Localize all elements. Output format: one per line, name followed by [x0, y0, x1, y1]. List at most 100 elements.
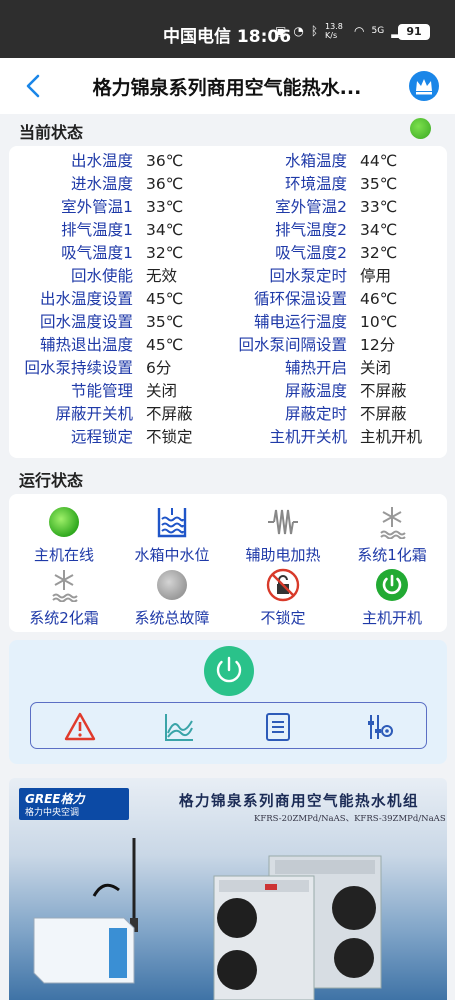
run-item-label: 系统总故障 [134, 609, 210, 627]
net-speed: 13.8 K/s [325, 22, 343, 40]
run-item-label: 系统2化霜 [29, 609, 99, 627]
param-row: 节能管理 关闭 屏蔽温度 不屏蔽 [9, 380, 447, 403]
param-value: 不锁定 [146, 428, 193, 446]
parameter-card: 出水温度 36℃ 水箱温度 44℃ 进水温度 36℃ 环境温度 35℃ 室外管温… [9, 146, 447, 458]
param-value: 45℃ [146, 336, 184, 354]
curve-button[interactable] [163, 711, 195, 743]
run-item-label: 水箱中水位 [134, 546, 210, 564]
param-row: 吸气温度1 32℃ 吸气温度2 32℃ [9, 242, 447, 265]
curve-chart-icon [165, 714, 193, 741]
back-button[interactable] [22, 72, 48, 100]
power-button[interactable] [204, 646, 254, 696]
param-row: 远程锁定 不锁定 主机开关机 主机开机 [9, 426, 447, 449]
list-button[interactable] [262, 711, 294, 743]
run-item-unlocked: 不锁定 [228, 568, 338, 628]
param-value: 12分 [360, 336, 396, 354]
run-item-defrost-2: 系统2化霜 [9, 568, 119, 628]
do-not-disturb-icon: ◔ [293, 24, 304, 38]
list-icon [266, 713, 290, 741]
param-label: 室外管温2 [275, 198, 347, 216]
param-value: 32℃ [146, 244, 184, 262]
heater-coil-icon [268, 509, 298, 535]
vip-button[interactable] [409, 71, 439, 101]
param-label: 屏蔽温度 [284, 382, 347, 400]
nfc-icon: ▣ [275, 24, 287, 38]
param-row: 回水使能 无效 回水泵定时 停用 [9, 265, 447, 288]
param-value: 关闭 [360, 359, 392, 377]
system-status-bar: 中国电信 18:06 ▣ ◔ ᛒ 13.8 K/s ◠ 5G ▂▄▆ 91 [0, 0, 455, 58]
param-label: 出水温度 [70, 152, 133, 170]
param-row: 室外管温1 33℃ 室外管温2 33℃ [9, 196, 447, 219]
run-item-label: 主机在线 [33, 546, 94, 564]
param-row: 回水温度设置 35℃ 辅电运行温度 10℃ [9, 311, 447, 334]
param-label: 进水温度 [70, 175, 133, 193]
power-on-icon [376, 569, 408, 601]
run-item-label: 辅助电加热 [245, 546, 321, 564]
param-value: 32℃ [360, 244, 398, 262]
param-value: 34℃ [360, 221, 398, 239]
param-value: 33℃ [360, 198, 398, 216]
settings-button[interactable] [363, 711, 395, 743]
current-status-title: 当前状态 [19, 123, 84, 142]
product-banner[interactable]: GREE格力 格力中央空调 格力锦泉系列商用空气能热水机组 KFRS-20ZMP… [9, 778, 447, 1000]
alarm-button[interactable] [64, 711, 96, 743]
param-label: 回水温度设置 [39, 313, 133, 331]
param-label: 水箱温度 [284, 152, 347, 170]
param-label: 循环保温设置 [253, 290, 347, 308]
param-label: 回水泵定时 [269, 267, 347, 285]
gateway-device [33, 917, 135, 984]
run-item-tank-level: 水箱中水位 [117, 505, 227, 565]
param-value: 34℃ [146, 221, 184, 239]
snowflake-defrost-icon [380, 507, 406, 539]
chevron-left-icon [26, 74, 40, 98]
unlocked-icon [266, 568, 300, 602]
param-value: 关闭 [146, 382, 178, 400]
param-value: 不屏蔽 [360, 382, 407, 400]
param-row: 屏蔽开关机 不屏蔽 屏蔽定时 不屏蔽 [9, 403, 447, 426]
param-label: 回水泵间隔设置 [238, 336, 347, 354]
run-item-label: 主机开机 [361, 609, 422, 627]
heat-pump-unit-front [213, 875, 315, 1000]
param-label: 环境温度 [284, 175, 347, 193]
grey-circle-icon [157, 570, 187, 600]
run-item-aux-heater: 辅助电加热 [228, 505, 338, 565]
param-label: 排气温度2 [275, 221, 347, 239]
param-label: 回水泵持续设置 [24, 359, 133, 377]
param-value: 35℃ [146, 313, 184, 331]
param-value: 45℃ [146, 290, 184, 308]
product-image [33, 838, 382, 1000]
param-value: 主机开机 [360, 428, 423, 446]
param-value: 10℃ [360, 313, 398, 331]
param-label: 主机开关机 [269, 428, 347, 446]
param-label: 辅电运行温度 [253, 313, 347, 331]
param-label: 回水使能 [70, 267, 133, 285]
app-header: 格力锦泉系列商用空气能热水... [0, 58, 455, 114]
param-label: 室外管温1 [61, 198, 133, 216]
param-value: 44℃ [360, 152, 398, 170]
run-item-label: 系统1化霜 [357, 546, 427, 564]
param-value: 33℃ [146, 198, 184, 216]
param-row: 出水温度设置 45℃ 循环保温设置 46℃ [9, 288, 447, 311]
param-value: 35℃ [360, 175, 398, 193]
param-label: 远程锁定 [70, 428, 133, 446]
param-row: 排气温度1 34℃ 排气温度2 34℃ [9, 219, 447, 242]
snowflake-defrost-icon [52, 570, 78, 602]
param-label: 节能管理 [70, 382, 133, 400]
run-item-label: 不锁定 [260, 609, 306, 627]
run-item-host-on: 主机开机 [337, 568, 447, 628]
tool-bar [30, 702, 427, 749]
param-label: 出水温度设置 [39, 290, 133, 308]
param-row: 辅热退出温度 45℃ 回水泵间隔设置 12分 [9, 334, 447, 357]
signal-label: 5G [371, 26, 385, 36]
control-panel [9, 640, 447, 764]
param-value: 停用 [360, 267, 392, 285]
bluetooth-icon: ᛒ [310, 24, 319, 38]
param-value: 不屏蔽 [360, 405, 407, 423]
param-row: 出水温度 36℃ 水箱温度 44℃ [9, 150, 447, 173]
param-label: 吸气温度2 [275, 244, 347, 262]
alarm-icon [64, 712, 96, 741]
param-value: 不屏蔽 [146, 405, 193, 423]
param-label: 排气温度1 [61, 221, 133, 239]
carrier-time: 中国电信 18:06 [163, 27, 292, 47]
param-value: 36℃ [146, 175, 184, 193]
